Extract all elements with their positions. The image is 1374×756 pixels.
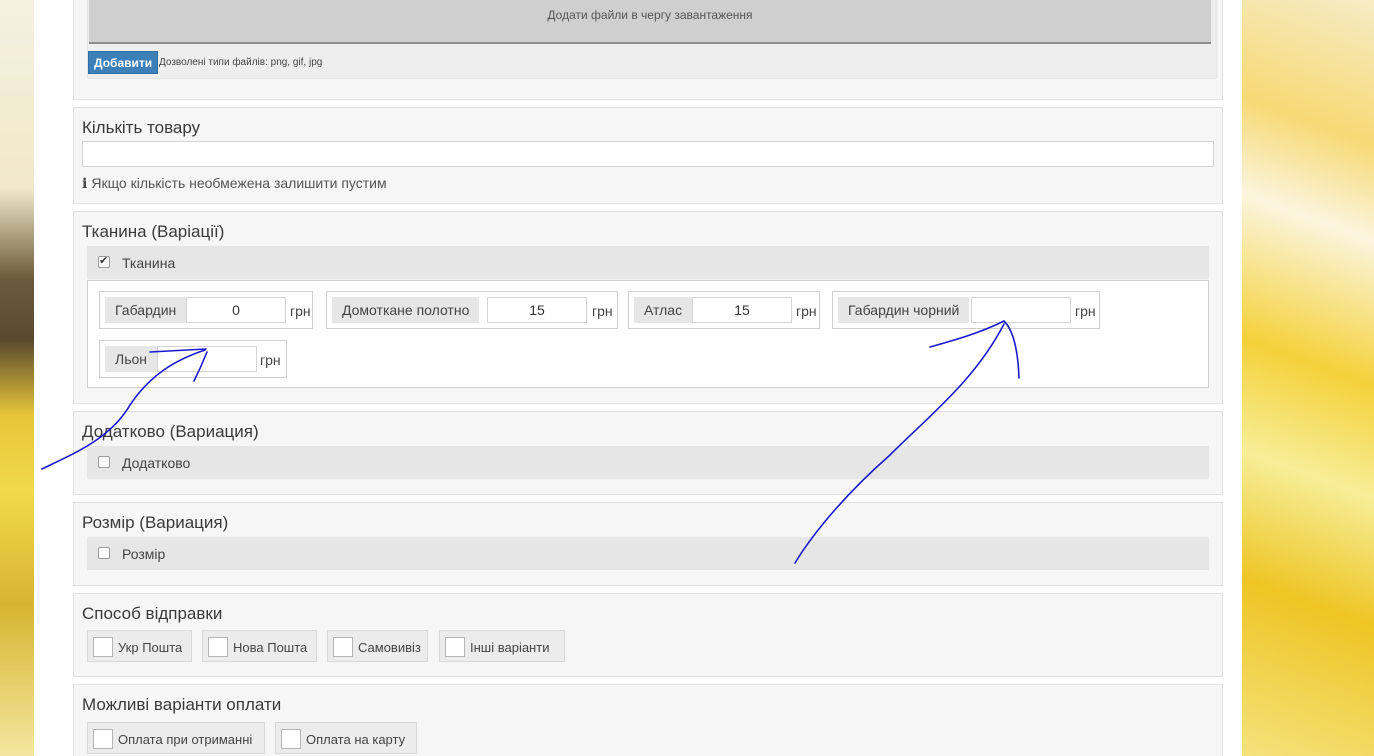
variation-price-input[interactable] <box>157 346 257 372</box>
option-label: Інші варіанти <box>470 640 550 655</box>
upload-area: Додати файли в чергу завантаження Добави… <box>87 0 1217 79</box>
fabric-toggle-row: Тканина <box>87 246 1209 279</box>
variation-price-input[interactable]: 15 <box>692 297 792 323</box>
option-checkbox[interactable] <box>208 637 228 657</box>
shipping-option-ukrposhta[interactable]: Укр Пошта <box>87 630 192 662</box>
variation-homespun: Домоткане полотно 15 грн <box>326 291 618 329</box>
fabric-panel: Тканина (Варіації) Тканина Габардин 0 гр… <box>73 211 1223 404</box>
option-label: Нова Пошта <box>233 640 308 655</box>
info-icon: i <box>82 176 88 192</box>
currency-label: грн <box>260 352 281 368</box>
background-left <box>0 0 34 756</box>
payment-option-on-delivery[interactable]: Оплата при отриманні <box>87 722 265 754</box>
extra-title: Додатково (Вариация) <box>82 422 259 441</box>
option-label: Оплата на карту <box>306 732 406 747</box>
payment-title: Можливі варіанти оплати <box>82 695 282 714</box>
variation-price-input[interactable] <box>971 297 1071 323</box>
quantity-hint: i Якщо кількість необмежена залишити пуст… <box>82 175 387 192</box>
variation-name: Льон <box>105 346 157 372</box>
size-checkbox[interactable] <box>98 547 110 559</box>
upload-panel: Додати файли в чергу завантаження Добави… <box>73 0 1223 100</box>
currency-label: грн <box>290 303 311 319</box>
extra-checkbox[interactable] <box>98 456 110 468</box>
option-label: Самовивіз <box>358 640 421 655</box>
file-dropzone[interactable]: Додати файли в чергу завантаження <box>89 0 1211 44</box>
quantity-title: Кількіть товару <box>82 118 201 137</box>
quantity-panel: Кількіть товару i Якщо кількість необмеже… <box>73 107 1223 204</box>
option-checkbox[interactable] <box>93 637 113 657</box>
fabric-title: Тканина (Варіації) <box>82 222 225 241</box>
size-checkbox-label: Розмір <box>122 546 166 562</box>
add-files-button[interactable]: Добавити <box>88 51 159 74</box>
option-checkbox[interactable] <box>281 729 301 749</box>
option-label: Оплата при отриманні <box>118 732 253 747</box>
shipping-title: Способ відправки <box>82 604 223 623</box>
variation-black-gabardine: Габардин чорний грн <box>832 291 1100 329</box>
currency-label: грн <box>592 303 613 319</box>
fabric-variations: Габардин 0 грн Домоткане полотно 15 грн … <box>87 280 1209 388</box>
extra-panel: Додатково (Вариация) Додатково <box>73 411 1223 495</box>
payment-panel: Можливі варіанти оплати Оплата при отрим… <box>73 684 1223 756</box>
size-panel: Розмір (Вариация) Розмір <box>73 502 1223 586</box>
currency-label: грн <box>1075 303 1096 319</box>
shipping-option-novaposhta[interactable]: Нова Пошта <box>202 630 317 662</box>
shipping-option-other[interactable]: Інші варіанти <box>439 630 565 662</box>
allowed-file-types: Дозволені типи файлів: png, gif, jpg <box>159 57 323 68</box>
variation-satin: Атлас 15 грн <box>628 291 820 329</box>
option-checkbox[interactable] <box>445 637 465 657</box>
size-title: Розмір (Вариация) <box>82 513 229 532</box>
currency-label: грн <box>796 303 817 319</box>
variation-name: Габардин <box>105 297 187 323</box>
shipping-panel: Способ відправки Укр Пошта Нова Пошта Са… <box>73 593 1223 677</box>
page-content: Додати файли в чергу завантаження Добави… <box>34 0 1242 756</box>
extra-toggle-row: Додатково <box>87 446 1209 479</box>
fabric-checkbox-label: Тканина <box>122 255 176 271</box>
quantity-input[interactable] <box>82 141 1214 167</box>
variation-gabardine: Габардин 0 грн <box>99 291 313 329</box>
background-right <box>1242 0 1374 756</box>
variation-name: Атлас <box>634 297 693 323</box>
fabric-checkbox[interactable] <box>98 254 110 268</box>
option-checkbox[interactable] <box>93 729 113 749</box>
quantity-hint-text: Якщо кількість необмежена залишити пусти… <box>91 175 387 191</box>
size-toggle-row: Розмір <box>87 537 1209 570</box>
variation-name: Габардин чорний <box>838 297 970 323</box>
payment-option-card[interactable]: Оплата на карту <box>275 722 417 754</box>
extra-checkbox-label: Додатково <box>122 455 191 471</box>
shipping-option-pickup[interactable]: Самовивіз <box>327 630 428 662</box>
variation-price-input[interactable]: 15 <box>487 297 587 323</box>
option-checkbox[interactable] <box>333 637 353 657</box>
option-label: Укр Пошта <box>118 640 183 655</box>
variation-name: Домоткане полотно <box>332 297 480 323</box>
variation-price-input[interactable]: 0 <box>186 297 286 323</box>
variation-linen: Льон грн <box>99 340 287 378</box>
